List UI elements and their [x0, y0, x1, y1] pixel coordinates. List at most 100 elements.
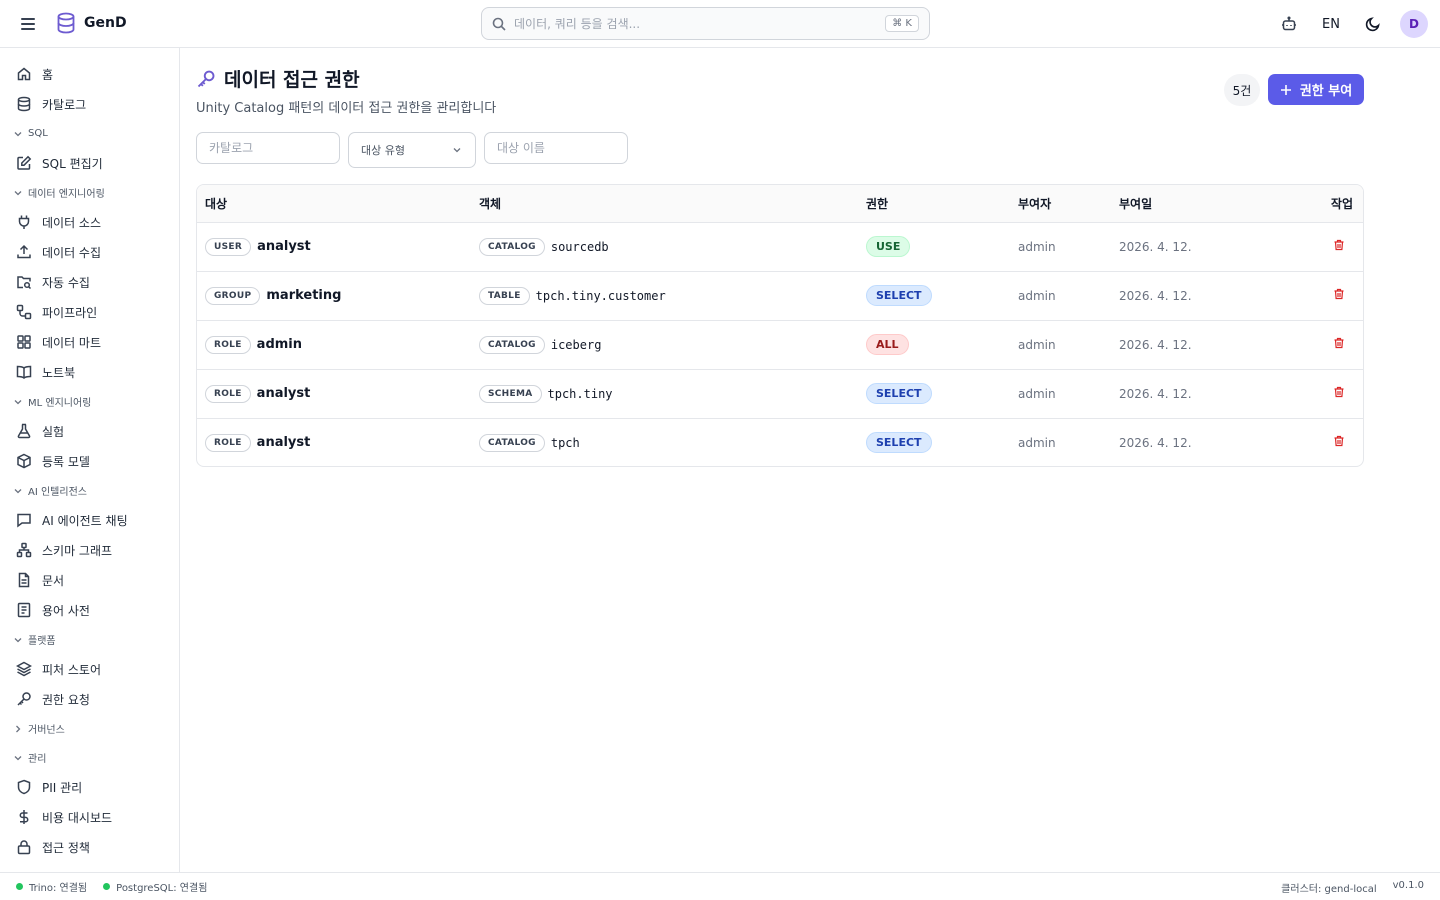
sidebar-item-label: 스키마 그래프 — [42, 543, 113, 558]
sidebar-item-access-policy[interactable]: 접근 정책 — [0, 832, 179, 862]
chevron-down-icon — [14, 488, 22, 493]
section-title: 플랫폼 — [28, 636, 56, 647]
menu-bar — [21, 28, 35, 30]
sidebar-item-data-source[interactable]: 데이터 소스 — [0, 207, 179, 237]
delete-button[interactable] — [1333, 386, 1345, 398]
sidebar-section-governance[interactable]: 거버넌스 — [0, 714, 179, 743]
sidebar-item-experiments[interactable]: 실험 — [0, 416, 179, 446]
table-row: USER analyst CATALOG sourcedb USE admin 20… — [197, 222, 1363, 272]
column-header-object[interactable]: 객체 — [471, 185, 858, 223]
sidebar-item-label: 용어 사전 — [42, 603, 90, 618]
subject-type-badge: USER — [205, 237, 252, 256]
sidebar-item-access-request[interactable]: 권한 요청 — [0, 684, 179, 714]
sidebar-item-data-ingest[interactable]: 데이터 수집 — [0, 237, 179, 267]
sidebar-item-glossary[interactable]: 용어 사전 — [0, 595, 179, 625]
sidebar-item-label: 문서 — [42, 573, 65, 588]
table-header-row: 대상 객체 권한 부여자 부여일 작업 — [197, 185, 1363, 223]
plus-icon — [1280, 84, 1291, 95]
sidebar-item-label: 접근 정책 — [42, 840, 90, 855]
app-version: v0.1.0 — [1392, 880, 1424, 891]
table-row: ROLE admin CATALOG iceberg ALL admin 2026.… — [197, 320, 1363, 370]
delete-button[interactable] — [1333, 239, 1345, 251]
sidebar-item-pipeline[interactable]: 파이프라인 — [0, 297, 179, 327]
object-name: tpch.tiny.customer — [535, 288, 666, 303]
sidebar-item-home[interactable]: 홈 — [0, 59, 179, 89]
sidebar-item-ai-agent-chat[interactable]: AI 에이전트 채팅 — [0, 505, 179, 535]
count-badge: 5건 — [1224, 74, 1260, 106]
search-shortcut: ⌘ K — [885, 15, 919, 32]
workflow-icon — [16, 304, 32, 320]
trash-icon — [1334, 288, 1344, 300]
permission-badge: SELECT — [866, 383, 932, 404]
sidebar-item-sql-editor[interactable]: SQL 편집기 — [0, 148, 179, 178]
sidebar-section-platform[interactable]: 플랫폼 — [0, 625, 179, 654]
section-title: 거버넌스 — [28, 725, 65, 736]
sidebar-item-auto-ingest[interactable]: 자동 수집 — [0, 267, 179, 297]
chevron-right-icon — [16, 725, 21, 732]
catalog-filter-input[interactable] — [196, 132, 340, 164]
lock-icon — [17, 840, 31, 855]
sidebar-section-ml-engineering[interactable]: ML 엔지니어링 — [0, 387, 179, 416]
sidebar-section-ai-intelligence[interactable]: AI 인텔리전스 — [0, 476, 179, 505]
sidebar-item-label: 홈 — [42, 67, 54, 82]
subject-type-select[interactable]: 대상 유형 — [348, 132, 476, 168]
subject-name: analyst — [256, 386, 311, 401]
delete-button[interactable] — [1333, 288, 1345, 300]
granted-by: admin — [1010, 369, 1111, 419]
trash-icon — [1334, 239, 1344, 251]
sidebar-section-admin[interactable]: 관리 — [0, 743, 179, 772]
page-title: 데이터 접근 권한 — [224, 69, 360, 91]
sidebar-item-label: 등록 모델 — [42, 454, 90, 469]
page-subtitle: Unity Catalog 패턴의 데이터 접근 권한을 관리합니다 — [196, 101, 497, 116]
chevron-down-icon — [14, 637, 22, 642]
sidebar-item-catalog[interactable]: 카탈로그 — [0, 89, 179, 119]
sidebar-item-registered-models[interactable]: 등록 모델 — [0, 446, 179, 476]
object-type-badge: CATALOG — [479, 433, 545, 452]
plug-icon — [18, 215, 30, 229]
object-type-badge: SCHEMA — [479, 384, 542, 403]
column-header-permission[interactable]: 권한 — [858, 185, 1010, 223]
granted-by: admin — [1010, 222, 1111, 272]
permission-badge: SELECT — [866, 432, 932, 454]
menu-toggle-button[interactable] — [18, 14, 38, 34]
delete-button[interactable] — [1333, 337, 1345, 349]
granted-at: 2026. 4. 12. — [1111, 320, 1261, 370]
sidebar-section-data-engineering[interactable]: 데이터 엔지니어링 — [0, 178, 179, 207]
user-avatar[interactable]: D — [1400, 10, 1428, 38]
sidebar-item-pii-management[interactable]: PII 관리 — [0, 772, 179, 802]
column-header-actions: 작업 — [1261, 185, 1363, 223]
language-toggle[interactable]: EN — [1316, 9, 1346, 39]
column-header-granted-by[interactable]: 부여자 — [1010, 185, 1111, 223]
global-search[interactable]: ⌘ K — [481, 7, 930, 40]
sidebar-item-label: SQL 편집기 — [42, 156, 103, 171]
subject-name: analyst — [257, 239, 311, 254]
sidebar-item-documents[interactable]: 문서 — [0, 565, 179, 595]
sidebar-item-cost-dashboard[interactable]: 비용 대시보드 — [0, 802, 179, 832]
grant-permission-button[interactable]: 권한 부여 — [1268, 74, 1364, 105]
sidebar-item-schema-graph[interactable]: 스키마 그래프 — [0, 535, 179, 565]
table-row: ROLE analyst SCHEMA tpch.tiny SELECT admin… — [197, 369, 1363, 419]
subject-name-filter-input[interactable] — [484, 132, 628, 164]
sidebar-item-label: PII 관리 — [42, 780, 83, 795]
status-dot-icon — [16, 883, 23, 890]
delete-button[interactable] — [1333, 435, 1345, 447]
bot-icon — [1282, 16, 1296, 31]
sidebar-section-sql[interactable]: SQL — [0, 119, 179, 148]
column-header-granted-at[interactable]: 부여일 — [1111, 185, 1261, 223]
column-header-subject[interactable]: 대상 — [197, 185, 471, 223]
bot-button[interactable] — [1274, 9, 1304, 39]
trash-icon — [1334, 337, 1344, 349]
cluster-name: 클러스터: gend-local — [1281, 884, 1377, 895]
granted-at: 2026. 4. 12. — [1119, 435, 1192, 450]
sidebar-item-feature-store[interactable]: 피처 스토어 — [0, 654, 179, 684]
theme-toggle-button[interactable] — [1358, 9, 1388, 39]
chevron-down-icon — [14, 190, 22, 195]
search-input[interactable] — [514, 16, 886, 31]
sidebar: 홈 카탈로그 SQL SQL 편집기 데이터 엔지니어링 데이터 소스 데이터 … — [0, 48, 180, 872]
trash-icon — [1334, 386, 1344, 398]
sidebar-item-notebook[interactable]: 노트북 — [0, 357, 179, 387]
sidebar-item-data-mart[interactable]: 데이터 마트 — [0, 327, 179, 357]
sidebar-item-label: 카탈로그 — [42, 97, 87, 112]
brand-logo[interactable]: GenD — [56, 12, 127, 34]
menu-bar — [21, 18, 35, 20]
